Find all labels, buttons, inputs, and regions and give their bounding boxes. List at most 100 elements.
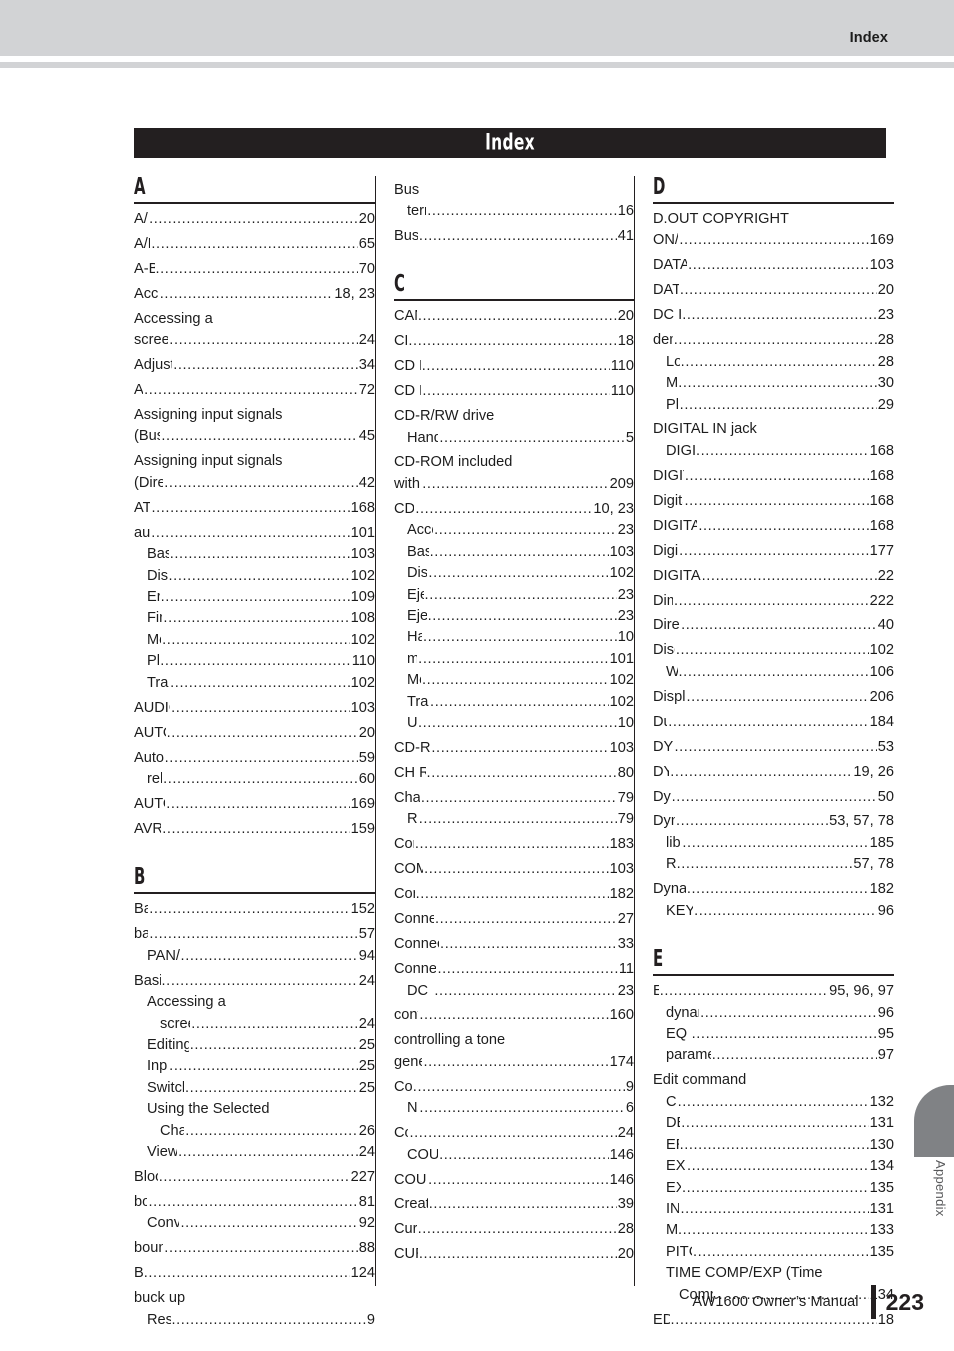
index-entry[interactable]: Direct recording........................…: [653, 615, 894, 636]
index-entry[interactable]: Bus recording...........................…: [394, 226, 634, 247]
index-entry[interactable]: control change..........................…: [394, 1005, 634, 1026]
index-entry[interactable]: DIGITAL IN jack: [653, 419, 894, 440]
index-entry[interactable]: DIGITAL REC ON/OFF button...............…: [653, 516, 894, 537]
index-entry[interactable]: AUTO PUNCH key..........................…: [134, 723, 375, 744]
index-entry[interactable]: library list............................…: [653, 833, 894, 854]
index-entry[interactable]: DIGITAL IN PATCH........................…: [653, 441, 894, 462]
index-entry[interactable]: Mixing..................................…: [653, 373, 894, 394]
index-entry[interactable]: Dimensions..............................…: [653, 591, 894, 612]
index-entry[interactable]: CD Play function........................…: [394, 381, 634, 402]
index-entry[interactable]: Channel section.........................…: [134, 1121, 375, 1142]
index-entry[interactable]: Copyright...............................…: [394, 1077, 634, 1098]
index-entry[interactable]: CANCEL key..............................…: [394, 306, 634, 327]
index-entry[interactable]: DELETE..................................…: [653, 1113, 894, 1134]
index-entry[interactable]: dynamics parameters.....................…: [653, 1003, 894, 1024]
index-entry[interactable]: Accessing a: [134, 992, 375, 1013]
index-entry[interactable]: Digital input setting...................…: [653, 491, 894, 512]
index-entry[interactable]: Handling................................…: [394, 627, 634, 648]
index-entry[interactable]: controlling a tone: [394, 1030, 634, 1051]
index-entry[interactable]: Dynamics................................…: [653, 787, 894, 808]
index-entry[interactable]: Recall..................................…: [394, 809, 634, 830]
index-entry[interactable]: Connecting the AC adaptor...............…: [394, 959, 634, 980]
index-entry[interactable]: D.OUT COPYRIGHT: [653, 209, 894, 230]
index-entry[interactable]: DYN knob................................…: [653, 762, 894, 783]
index-entry[interactable]: Edit....................................…: [653, 981, 894, 1002]
index-entry[interactable]: MOVE....................................…: [653, 1220, 894, 1241]
index-entry[interactable]: Using the Selected: [134, 1099, 375, 1120]
index-entry[interactable]: Inputting text..........................…: [134, 1056, 375, 1077]
index-entry[interactable]: PAN/BALANCE knob........................…: [134, 946, 375, 967]
index-entry[interactable]: Disc At Once............................…: [394, 563, 634, 584]
index-entry[interactable]: CD-ROM included: [394, 452, 634, 473]
index-entry[interactable]: ON/OFF button...........................…: [653, 230, 894, 251]
index-entry[interactable]: Eject hole..............................…: [394, 585, 634, 606]
index-entry[interactable]: EXCHANGE................................…: [653, 1156, 894, 1177]
index-entry[interactable]: COMPARE button..........................…: [394, 859, 634, 880]
index-entry[interactable]: Current song............................…: [394, 1219, 634, 1240]
index-entry[interactable]: Using...................................…: [394, 713, 634, 734]
index-entry[interactable]: Back up.................................…: [134, 899, 375, 920]
index-entry[interactable]: Access indicator........................…: [394, 520, 634, 541]
index-entry[interactable]: Convenient functions....................…: [134, 1213, 375, 1234]
index-entry[interactable]: Loading.................................…: [653, 352, 894, 373]
index-entry[interactable]: A-B Repeat..............................…: [134, 259, 375, 280]
index-entry[interactable]: screen/page/channel.....................…: [134, 330, 375, 351]
index-entry[interactable]: Channel library.........................…: [394, 788, 634, 809]
index-entry[interactable]: Disc At Once............................…: [134, 566, 375, 587]
index-entry[interactable]: Access indicator........................…: [134, 284, 375, 305]
index-entry[interactable]: Bus: [394, 180, 634, 201]
index-entry[interactable]: Editing a value in the display..........…: [134, 1035, 375, 1056]
index-entry[interactable]: CD key..................................…: [394, 331, 634, 352]
index-entry[interactable]: audio CD................................…: [134, 523, 375, 544]
index-entry[interactable]: CD PLAY button..........................…: [394, 356, 634, 377]
index-entry[interactable]: COPY....................................…: [653, 1092, 894, 1113]
index-entry[interactable]: generator module........................…: [394, 1052, 634, 1073]
index-entry[interactable]: COUNTER DISPLAY.........................…: [394, 1170, 634, 1191]
index-entry[interactable]: BPM.....................................…: [134, 1263, 375, 1284]
index-entry[interactable]: CURSOR key..............................…: [394, 1244, 634, 1265]
index-entry[interactable]: Eject switch............................…: [394, 606, 634, 627]
index-entry[interactable]: screen/page/channel.....................…: [134, 1014, 375, 1035]
index-entry[interactable]: AUDIO WRITE SPEED.......................…: [134, 698, 375, 719]
index-entry[interactable]: Block diagram...........................…: [134, 1167, 375, 1188]
index-entry[interactable]: bounce..................................…: [134, 1192, 375, 1213]
index-entry[interactable]: Disc At Once............................…: [653, 640, 894, 661]
index-entry[interactable]: Finalizing..............................…: [134, 608, 375, 629]
index-entry[interactable]: EQ parameters...........................…: [653, 1024, 894, 1045]
index-entry[interactable]: CD-RW MEDIA ERASE.......................…: [394, 738, 634, 759]
index-entry[interactable]: Edit command: [653, 1070, 894, 1091]
index-entry[interactable]: EXPORT..................................…: [653, 1178, 894, 1199]
index-entry[interactable]: Notice..................................…: [394, 1098, 634, 1119]
index-entry[interactable]: Writing.................................…: [653, 662, 894, 683]
index-entry[interactable]: rehearse................................…: [134, 769, 375, 790]
index-entry[interactable]: Basic settings..........................…: [394, 542, 634, 563]
index-entry[interactable]: Creating a new song.....................…: [394, 1194, 634, 1215]
index-entry[interactable]: DC IN connector.........................…: [653, 305, 894, 326]
index-entry[interactable]: terminology.............................…: [394, 201, 634, 222]
index-entry[interactable]: AVRG (Average)..........................…: [134, 819, 375, 840]
index-entry[interactable]: Ducking.................................…: [653, 712, 894, 733]
index-entry[interactable]: Accessing a: [134, 309, 375, 330]
index-entry[interactable]: Recall..................................…: [653, 854, 894, 875]
index-entry[interactable]: Compressor..............................…: [394, 884, 634, 905]
index-entry[interactable]: Counter.................................…: [394, 1123, 634, 1144]
index-entry[interactable]: Erasing.................................…: [134, 587, 375, 608]
index-entry[interactable]: parameters of an internal effect........…: [653, 1045, 894, 1066]
index-entry[interactable]: Compander...............................…: [394, 834, 634, 855]
index-entry[interactable]: AMP.....................................…: [134, 380, 375, 401]
index-entry[interactable]: A/B point...............................…: [134, 234, 375, 255]
index-entry[interactable]: Responsibility..........................…: [134, 1310, 375, 1331]
index-entry[interactable]: balance.................................…: [134, 924, 375, 945]
index-entry[interactable]: Assigning input signals: [134, 405, 375, 426]
index-entry[interactable]: Handling the media......................…: [394, 428, 634, 449]
index-entry[interactable]: DIGITAL IN PATCH........................…: [653, 466, 894, 487]
index-entry[interactable]: DC IN connector.........................…: [394, 981, 634, 1002]
index-entry[interactable]: Track At Once...........................…: [394, 692, 634, 713]
index-entry[interactable]: Auto punch-in/out.......................…: [134, 748, 375, 769]
index-entry[interactable]: Digital recorder........................…: [653, 541, 894, 562]
index-entry[interactable]: Switching a button on/off...............…: [134, 1078, 375, 1099]
index-entry[interactable]: buck up: [134, 1288, 375, 1309]
index-entry[interactable]: with the AW1600.........................…: [394, 474, 634, 495]
index-entry[interactable]: Connect external devices................…: [394, 909, 634, 930]
index-entry[interactable]: Assigning input signals: [134, 451, 375, 472]
